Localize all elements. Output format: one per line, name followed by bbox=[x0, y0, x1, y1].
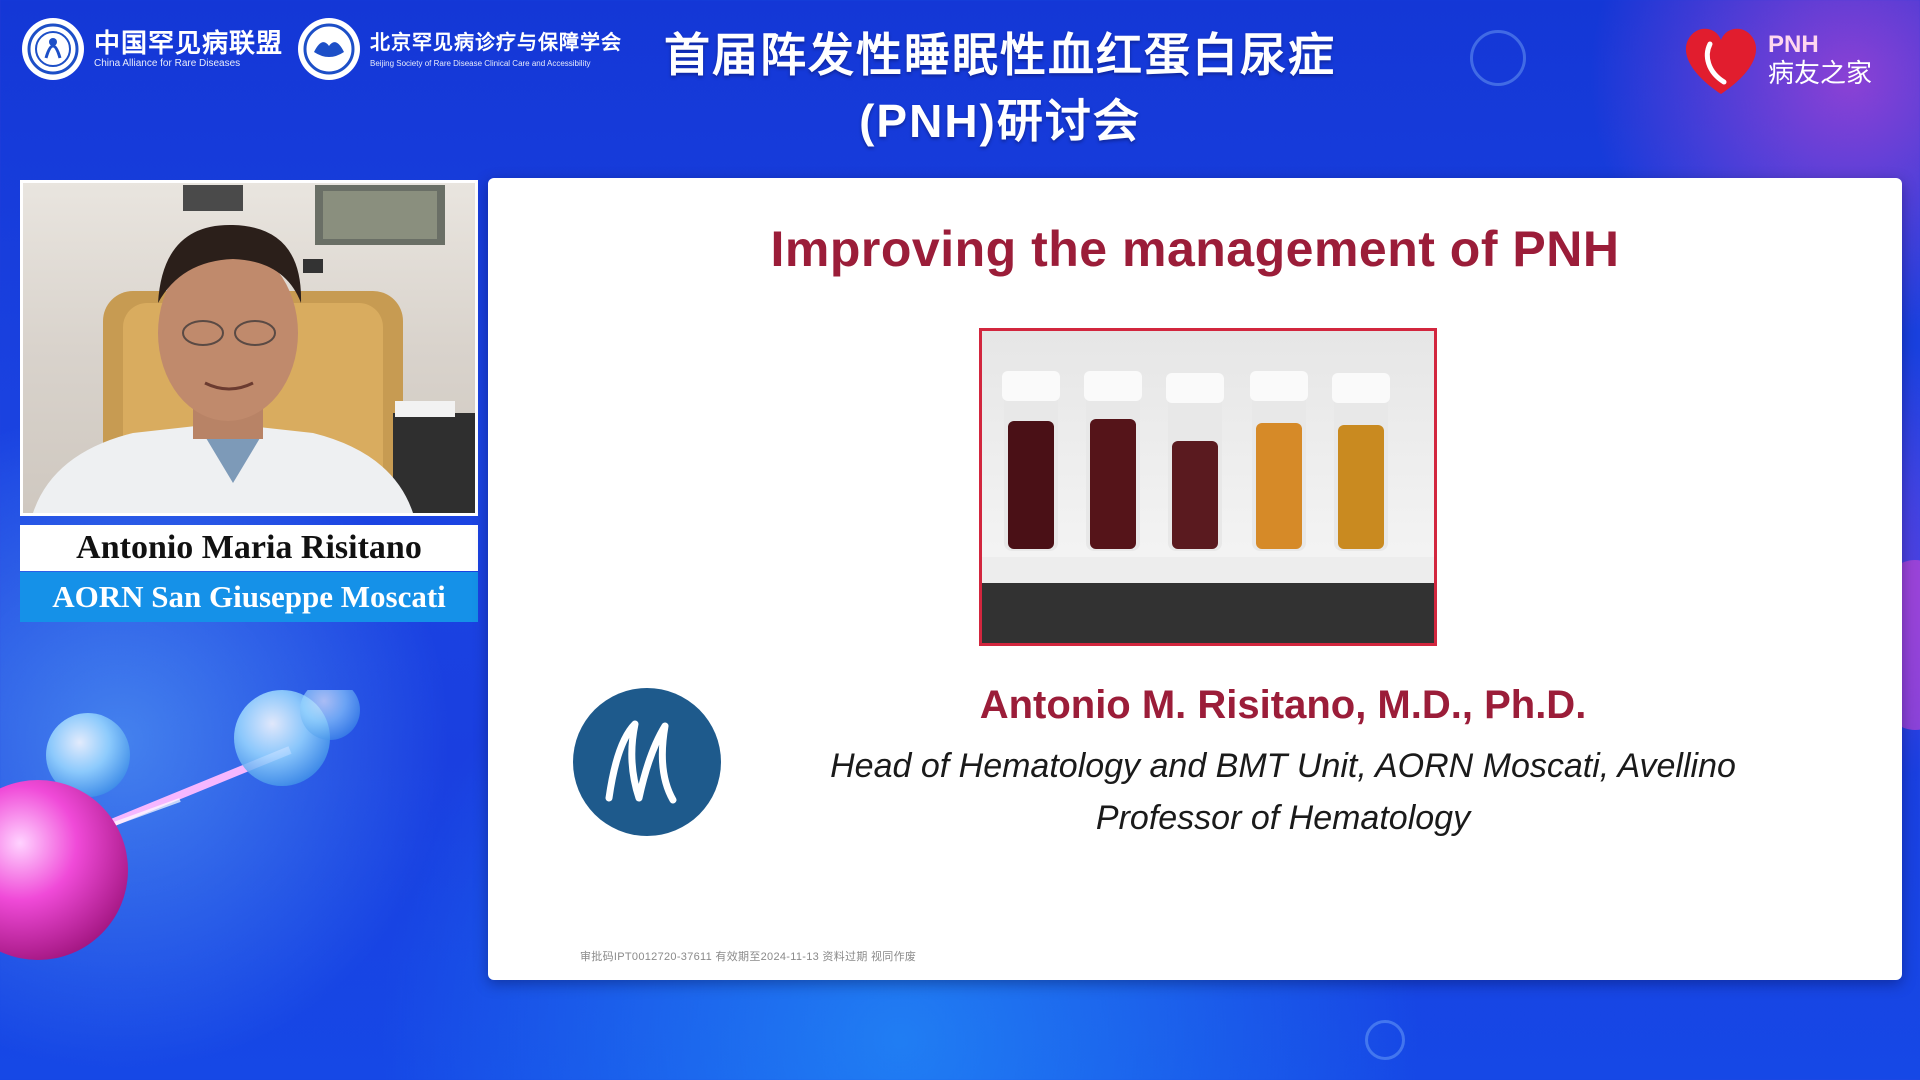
m-monogram-logo-icon bbox=[573, 688, 721, 836]
urine-tubes-image bbox=[982, 371, 1434, 643]
event-header: 中国罕见病联盟 China Alliance for Rare Diseases… bbox=[0, 0, 1920, 170]
decorative-ring bbox=[1365, 1020, 1405, 1060]
event-title: 首届阵发性睡眠性血红蛋白尿症 (PNH)研讨会 bbox=[540, 22, 1460, 154]
affiliation-line2: Professor of Hematology bbox=[1095, 799, 1471, 837]
slide-author: Antonio M. Risitano, M.D., Ph.D. bbox=[979, 683, 1587, 727]
speaker-name-label: Antonio Maria Risitano bbox=[20, 525, 478, 571]
beijing-society-logo-icon bbox=[298, 18, 360, 80]
pnh-heart-logo-icon bbox=[1685, 28, 1757, 95]
speaker-panel: Antonio Maria Risitano AORN San Giuseppe… bbox=[20, 180, 478, 630]
alliance-logo: 中国罕见病联盟 China Alliance for Rare Diseases bbox=[22, 18, 283, 80]
affiliation-line1: Head of Hematology and BMT Unit, AORN Mo… bbox=[830, 747, 1736, 785]
pnh-brand-text: PNH 病友之家 bbox=[1767, 31, 1872, 89]
speaker-video bbox=[20, 180, 478, 516]
alliance-name-cn: 中国罕见病联盟 bbox=[94, 28, 284, 58]
slide-title: Improving the management of PNH bbox=[770, 221, 1620, 277]
event-title-line2: (PNH)研讨会 bbox=[859, 95, 1141, 147]
brand-cn: 病友之家 bbox=[1767, 58, 1872, 88]
pnh-brand: PNH 病友之家 bbox=[1680, 22, 1872, 98]
brand-pnh: PNH bbox=[1767, 31, 1819, 58]
decorative-molecule bbox=[0, 680, 420, 1020]
speaker-video-image bbox=[33, 185, 475, 513]
rare-disease-alliance-logo-icon bbox=[22, 18, 84, 80]
presentation-slide: Improving the management of PNH Antonio … bbox=[488, 178, 1902, 980]
alliance-name-en: China Alliance for Rare Diseases bbox=[94, 58, 241, 69]
slide-affiliation: Head of Hematology and BMT Unit, AORN Mo… bbox=[728, 740, 1838, 844]
event-title-line1: 首届阵发性睡眠性血红蛋白尿症 bbox=[664, 29, 1336, 81]
urine-samples-photo bbox=[979, 328, 1437, 646]
approval-footnote: 审批码IPT0012720-37611 有效期至2024-11-13 资料过期 … bbox=[580, 951, 917, 963]
speaker-organization-label: AORN San Giuseppe Moscati bbox=[20, 572, 478, 622]
alliance-logo-text: 中国罕见病联盟 China Alliance for Rare Diseases bbox=[94, 28, 283, 70]
